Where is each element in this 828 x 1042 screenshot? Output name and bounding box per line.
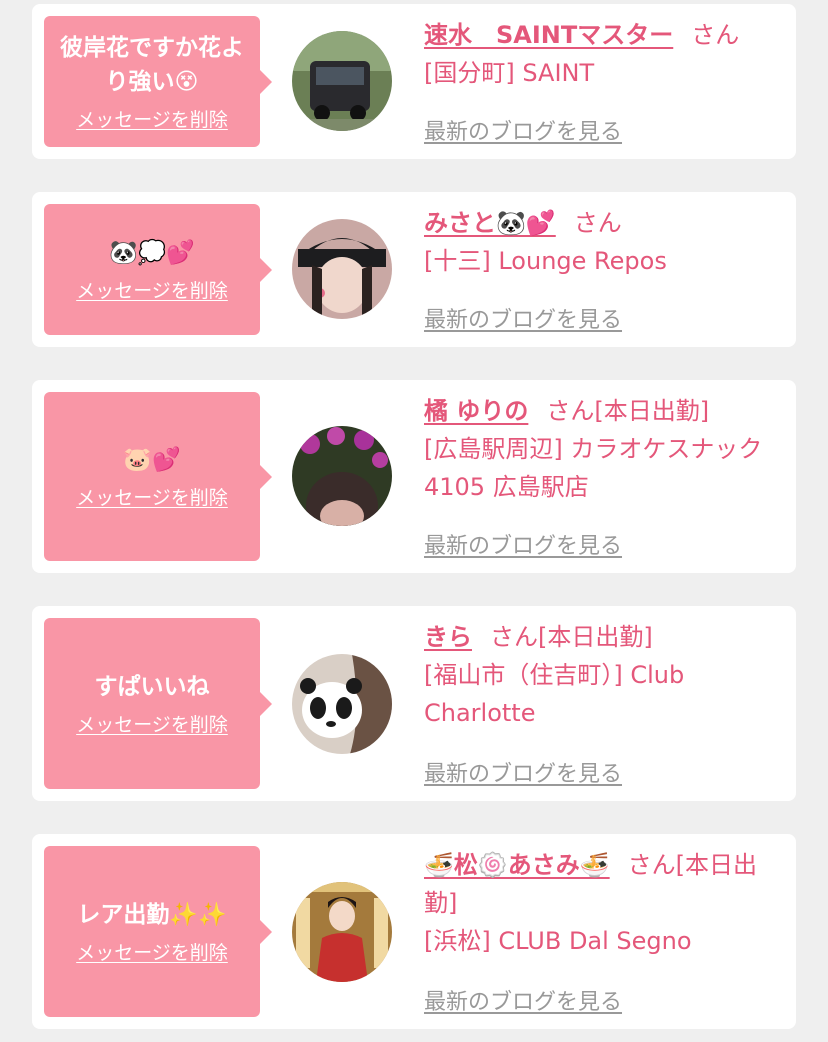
name-line: みさと🐼💕 さん <box>424 204 784 242</box>
honorific: さん <box>546 397 595 425</box>
status-badge: [本日出勤] <box>538 623 653 651</box>
shop-label: [広島駅周辺] カラオケスナック 4105 広島駅店 <box>424 435 763 501</box>
name-line: 速水 SAINTマスター さん <box>424 16 784 54</box>
name-line: 🍜松🍥あさみ🍜 さん[本日出勤] <box>424 846 784 922</box>
list-item: 🐼💭💕 メッセージを削除 みさと🐼💕 さん [十三] Lounge Repos 最… <box>32 192 796 347</box>
delete-message-link[interactable]: メッセージを削除 <box>76 938 228 965</box>
honorific: さん <box>691 21 740 49</box>
honorific: さん <box>573 209 622 237</box>
list-item: 🐷💕 メッセージを削除 橘 ゆりの さん[本日出勤] [広島駅周辺] カラオケスナ… <box>32 380 796 573</box>
delete-message-link[interactable]: メッセージを削除 <box>76 105 228 132</box>
avatar[interactable] <box>292 426 392 526</box>
member-info: きら さん[本日出勤] [福山市（住吉町）] Club Charlotte <box>424 618 784 732</box>
message-bubble: 🐼💭💕 メッセージを削除 <box>44 204 272 335</box>
member-name-link[interactable]: 速水 SAINTマスター <box>424 21 673 49</box>
shop-label: [国分町] SAINT <box>424 59 595 87</box>
message-text: すぱいいね <box>94 674 210 700</box>
latest-blog-link[interactable]: 最新のブログを見る <box>424 528 622 560</box>
avatar[interactable] <box>292 882 392 982</box>
member-name-link[interactable]: 橘 ゆりの <box>424 397 528 425</box>
list-item: すぱいいね メッセージを削除 きら さん[本日出勤] [福山市（住吉町）] Clu… <box>32 606 796 801</box>
member-info: 速水 SAINTマスター さん [国分町] SAINT <box>424 16 784 92</box>
delete-message-link[interactable]: メッセージを削除 <box>76 276 228 303</box>
message-bubble: レア出勤✨✨ メッセージを削除 <box>44 846 272 1017</box>
avatar[interactable] <box>292 654 392 754</box>
latest-blog-link[interactable]: 最新のブログを見る <box>424 984 622 1016</box>
honorific: さん <box>627 851 676 879</box>
delete-message-link[interactable]: メッセージを削除 <box>76 483 228 510</box>
avatar[interactable] <box>292 31 392 131</box>
message-bubble: 彼岸花ですか花より強い😵 メッセージを削除 <box>44 16 272 147</box>
name-line: きら さん[本日出勤] <box>424 618 784 656</box>
delete-message-link[interactable]: メッセージを削除 <box>76 710 228 737</box>
honorific: さん <box>490 623 538 651</box>
message-text: 彼岸花ですか花より強い😵 <box>60 35 244 95</box>
member-info: みさと🐼💕 さん [十三] Lounge Repos <box>424 204 784 280</box>
member-info: 🍜松🍥あさみ🍜 さん[本日出勤] [浜松] CLUB Dal Segno <box>424 846 784 960</box>
message-bubble: すぱいいね メッセージを削除 <box>44 618 272 789</box>
name-line: 橘 ゆりの さん[本日出勤] <box>424 392 784 430</box>
latest-blog-link[interactable]: 最新のブログを見る <box>424 756 622 788</box>
message-bubble: 🐷💕 メッセージを削除 <box>44 392 272 561</box>
message-text: 🐼💭💕 <box>109 240 195 266</box>
list-item: 彼岸花ですか花より強い😵 メッセージを削除 速水 SAINTマスター さん [国分… <box>32 4 796 159</box>
list-item: レア出勤✨✨ メッセージを削除 🍜松🍥あさみ🍜 さん[本日出勤] [浜松] CLU… <box>32 834 796 1029</box>
shop-label: [福山市（住吉町）] Club Charlotte <box>424 661 685 727</box>
member-name-link[interactable]: みさと🐼💕 <box>424 209 556 237</box>
latest-blog-link[interactable]: 最新のブログを見る <box>424 302 622 334</box>
member-info: 橘 ゆりの さん[本日出勤] [広島駅周辺] カラオケスナック 4105 広島駅店 <box>424 392 784 506</box>
avatar[interactable] <box>292 219 392 319</box>
member-name-link[interactable]: 🍜松🍥あさみ🍜 <box>424 851 610 879</box>
latest-blog-link[interactable]: 最新のブログを見る <box>424 114 622 146</box>
shop-label: [浜松] CLUB Dal Segno <box>424 927 692 955</box>
status-badge: [本日出勤] <box>594 397 710 425</box>
message-text: 🐷💕 <box>123 447 181 473</box>
message-text: レア出勤✨✨ <box>77 902 227 928</box>
shop-label: [十三] Lounge Repos <box>424 247 667 275</box>
favorite-list: 彼岸花ですか花より強い😵 メッセージを削除 速水 SAINTマスター さん [国分… <box>0 0 828 1042</box>
member-name-link[interactable]: きら <box>424 623 472 651</box>
